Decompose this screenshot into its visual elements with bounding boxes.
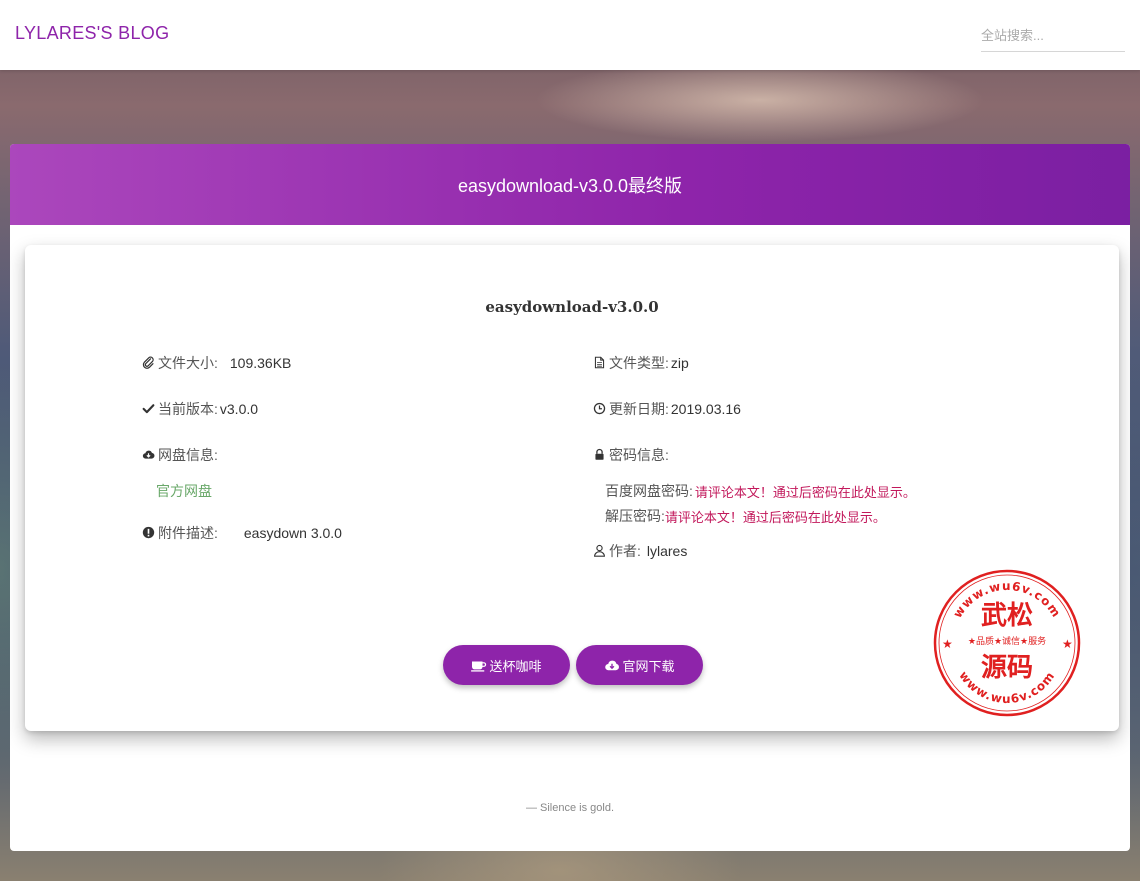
navbar: LYLARES'S BLOG <box>0 0 1140 70</box>
coffee-button[interactable]: 送杯咖啡 <box>443 645 570 685</box>
netdisk-label: 网盘信息: <box>158 447 218 463</box>
version-value: v3.0.0 <box>219 401 259 417</box>
stamp-star-left: ★ <box>942 637 953 651</box>
description-row: 附件描述: easydown 3.0.0 <box>142 523 342 543</box>
update-date-label: 更新日期: <box>609 401 669 417</box>
lock-icon <box>593 448 607 462</box>
file-type-row: 文件类型: zip <box>593 353 689 373</box>
author-value: lylares <box>646 543 688 559</box>
cloud-download-icon <box>605 660 620 671</box>
paperclip-icon <box>142 356 156 370</box>
baidu-password-row: 百度网盘密码: 请评论本文！通过后密码在此处显示。 <box>605 481 916 501</box>
official-netdisk-link[interactable]: 官方网盘 <box>156 481 212 501</box>
stamp-line2: 源码 <box>981 653 1033 683</box>
file-type-label: 文件类型: <box>609 355 669 371</box>
check-icon <box>142 402 156 416</box>
unzip-password-label: 解压密码: <box>605 508 665 524</box>
search-input[interactable] <box>981 20 1125 52</box>
card-title: easydownload-v3.0.0 <box>485 298 659 316</box>
clock-icon <box>593 402 607 416</box>
baidu-password-label: 百度网盘密码: <box>605 483 693 499</box>
page-title: easydownload-v3.0.0最终版 <box>457 175 683 196</box>
author-row: 作者: lylares <box>593 541 687 561</box>
user-icon <box>593 544 607 558</box>
site-brand[interactable]: LYLARES'S BLOG <box>15 23 169 44</box>
cloud-download-icon <box>142 448 156 462</box>
unzip-password-hint: 请评论本文！通过后密码在此处显示。 <box>664 509 886 525</box>
netdisk-row: 网盘信息: <box>142 445 218 465</box>
password-row: 密码信息: <box>593 445 669 465</box>
unzip-password-row: 解压密码: 请评论本文！通过后密码在此处显示。 <box>605 506 886 526</box>
file-size-value: 109.36KB <box>229 355 292 371</box>
coffee-icon <box>471 661 487 672</box>
stamp-line1: 武松 <box>981 601 1033 631</box>
update-date-value: 2019.03.16 <box>670 401 741 417</box>
info-icon <box>142 526 156 540</box>
update-date-row: 更新日期: 2019.03.16 <box>593 399 741 419</box>
version-row: 当前版本: v3.0.0 <box>142 399 258 419</box>
download-panel: easydownload-v3.0.0最终版 easydownload-v3.0… <box>10 144 1130 851</box>
panel-header: easydownload-v3.0.0最终版 <box>10 144 1130 225</box>
description-value: easydown 3.0.0 <box>243 525 342 541</box>
password-label: 密码信息: <box>609 447 669 463</box>
watermark-stamp: www.wu6v.com www.wu6v.com 武松 ★品质★诚信★服务 源… <box>933 569 1081 717</box>
file-icon <box>593 356 607 370</box>
stamp-middle: ★品质★诚信★服务 <box>968 635 1046 647</box>
download-button-label: 官网下载 <box>622 658 675 674</box>
coffee-button-label: 送杯咖啡 <box>489 658 542 674</box>
author-label: 作者: <box>609 543 641 559</box>
download-button[interactable]: 官网下载 <box>576 645 703 685</box>
file-size-label: 文件大小: <box>158 355 218 371</box>
file-type-value: zip <box>670 355 689 371</box>
baidu-password-hint: 请评论本文！通过后密码在此处显示。 <box>694 484 916 500</box>
file-size-row: 文件大小: 109.36KB <box>142 353 291 373</box>
version-label: 当前版本: <box>158 401 218 417</box>
footer-quote: — Silence is gold. <box>525 802 615 814</box>
description-label: 附件描述: <box>158 525 218 541</box>
stamp-star-right: ★ <box>1062 637 1073 651</box>
